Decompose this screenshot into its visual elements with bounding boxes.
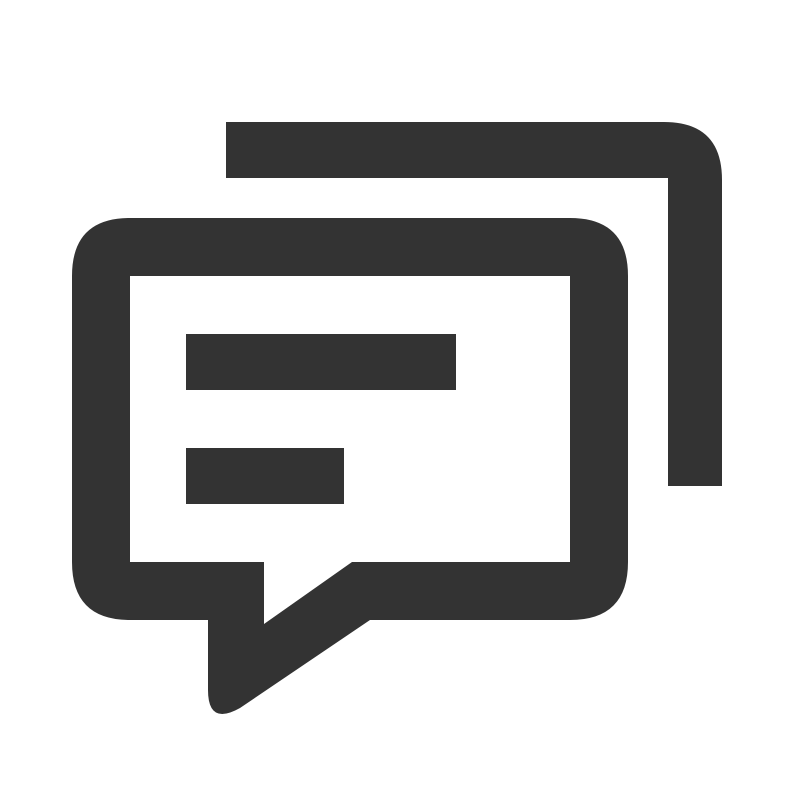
text-line-short: [186, 448, 344, 504]
chat-bubbles-icon: [0, 0, 800, 800]
back-bubble-outline: [226, 122, 722, 486]
chat-bubbles-icon-svg: [72, 122, 722, 714]
front-bubble-outline: [72, 218, 628, 714]
text-line-long: [186, 334, 456, 390]
